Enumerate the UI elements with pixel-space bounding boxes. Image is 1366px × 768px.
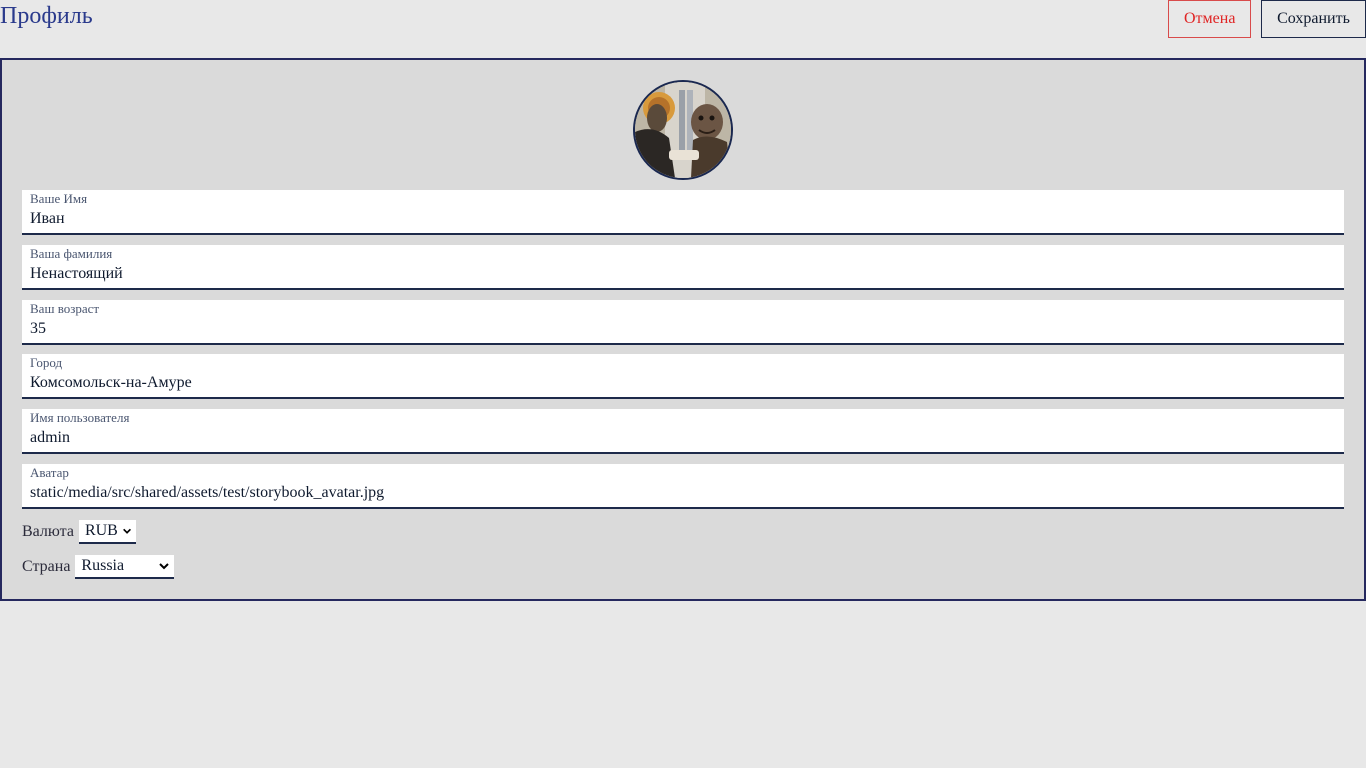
country-select[interactable]: Russia	[75, 555, 175, 579]
first-name-field[interactable]: Ваше Имя	[22, 190, 1344, 235]
avatar	[633, 80, 733, 180]
city-label: Город	[30, 355, 63, 370]
cancel-button[interactable]: Отмена	[1168, 0, 1251, 38]
last-name-field[interactable]: Ваша фамилия	[22, 245, 1344, 290]
last-name-label: Ваша фамилия	[30, 246, 113, 261]
country-label: Страна	[22, 558, 71, 575]
profile-header: Профиль Отмена Сохранить	[0, 0, 1366, 58]
last-name-input[interactable]	[30, 263, 1330, 285]
country-value: Russia	[81, 557, 125, 574]
page-title: Профиль	[0, 3, 93, 29]
chevron-down-icon	[122, 528, 131, 534]
profile-card: Ваше Имя Ваша фамилия Ваш возраст Город …	[0, 58, 1366, 601]
save-button[interactable]: Сохранить	[1261, 0, 1366, 38]
age-label: Ваш возраст	[30, 301, 100, 316]
username-field[interactable]: Имя пользователя	[22, 409, 1344, 454]
avatar-image	[635, 82, 731, 178]
currency-row: Валюта RUB	[22, 519, 136, 545]
username-label: Имя пользователя	[30, 410, 130, 425]
avatar-url-field[interactable]: Аватар	[22, 464, 1344, 509]
first-name-input[interactable]	[30, 208, 1330, 230]
city-field[interactable]: Город	[22, 354, 1344, 399]
username-input[interactable]	[30, 427, 1330, 449]
currency-label: Валюта	[22, 523, 74, 540]
currency-select[interactable]: RUB	[78, 520, 136, 544]
age-field[interactable]: Ваш возраст	[22, 300, 1344, 345]
chevron-down-icon	[159, 563, 170, 570]
first-name-label: Ваше Имя	[30, 191, 88, 206]
avatar-url-label: Аватар	[30, 465, 69, 480]
currency-value: RUB	[84, 522, 118, 539]
country-row: Страна Russia	[22, 554, 175, 580]
city-input[interactable]	[30, 372, 1330, 394]
age-input[interactable]	[30, 318, 1330, 340]
avatar-url-input[interactable]	[30, 482, 1330, 504]
